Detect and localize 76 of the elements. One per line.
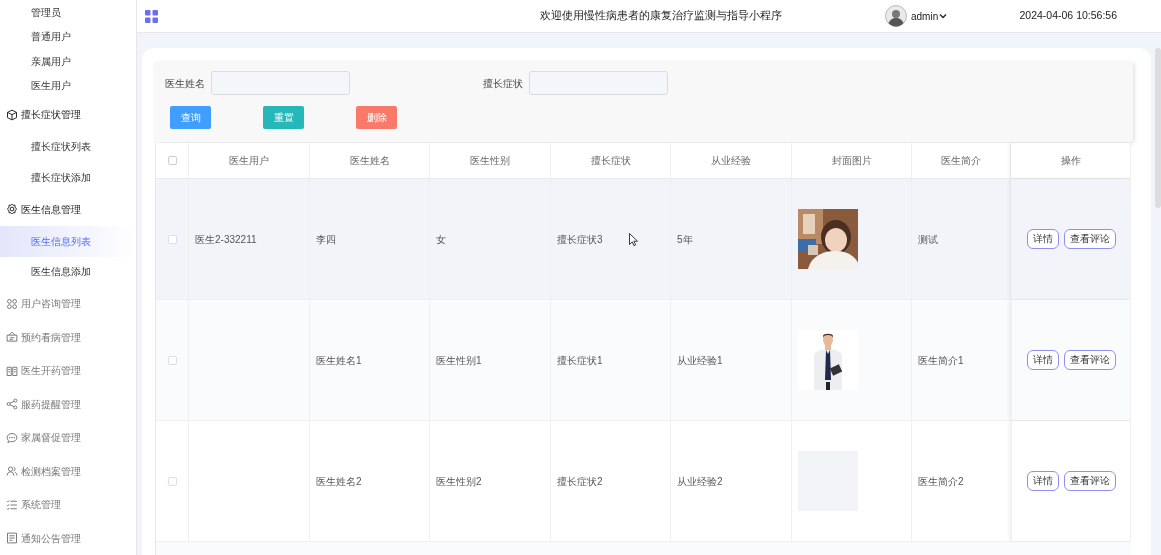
details-button[interactable]: 详情 <box>1026 350 1059 370</box>
table-cell-text: 医生性别2 <box>436 474 482 489</box>
table-cell-text: 医生简介2 <box>918 474 964 489</box>
sidebar-item[interactable]: 医生用户 <box>0 73 136 98</box>
sidebar-group[interactable]: 家属督促管理 <box>0 421 136 455</box>
details-button[interactable]: 详情 <box>1026 471 1059 491</box>
search-field[interactable] <box>211 71 350 95</box>
signboard-icon <box>6 331 18 344</box>
grid-icon <box>6 297 18 310</box>
sidebar-item[interactable]: 管理员 <box>0 0 136 25</box>
table-cell-text: 李四 <box>316 232 336 247</box>
sidebar-group[interactable]: 医生信息管理 <box>0 192 136 226</box>
table-row[interactable]: 医生姓名1 医生性别1 擅长症状1 从业经验1 医生简介1 详情 查看评论 <box>156 300 1131 421</box>
sidebar-group[interactable]: 预约看病管理 <box>0 320 136 354</box>
table-cell-text: 擅长症状1 <box>557 353 603 368</box>
avatar[interactable] <box>885 5 907 27</box>
comments-button[interactable]: 查看评论 <box>1063 229 1116 249</box>
comments-button[interactable]: 查看评论 <box>1063 471 1116 491</box>
grid-icon[interactable] <box>145 9 158 23</box>
sidebar-item[interactable]: 擅长症状添加 <box>0 162 136 193</box>
caret-icon <box>939 12 948 20</box>
field-label: 擅长症状 <box>483 76 523 91</box>
scrollbar[interactable] <box>1155 48 1161 208</box>
column-header: 医生用户 <box>229 154 269 168</box>
column-header: 操作 <box>1060 154 1081 168</box>
details-button[interactable]: 详情 <box>1026 229 1059 249</box>
table-cell-text: 从业经验1 <box>677 353 723 368</box>
column-header: 医生姓名 <box>349 154 390 168</box>
table-cell-text: 医生姓名2 <box>316 474 362 489</box>
sidebar-group[interactable]: 用户咨询管理 <box>0 287 136 321</box>
table-cell-text: 擅长症状3 <box>557 232 603 247</box>
gear-icon <box>6 203 18 216</box>
table-cell-text: 女 <box>436 232 446 247</box>
date-time: 2024-04-06 10:56:56 <box>1019 8 1117 24</box>
table-cell-text: 医生简介1 <box>918 353 964 368</box>
column-header: 封面图片 <box>831 154 872 168</box>
table-cell-text: 从业经验2 <box>677 474 723 489</box>
table-cell-text: 医生姓名1 <box>316 353 362 368</box>
users-icon <box>6 465 18 478</box>
sidebar-group[interactable]: 通知公告管理 <box>0 521 136 555</box>
table-cell-text: 5年 <box>677 232 693 247</box>
table-row[interactable]: 医生姓名2 医生性别2 擅长症状2 从业经验2 医生简介2 详情 查看评论 <box>156 421 1131 542</box>
table-cell-text: 测试 <box>918 232 938 247</box>
sidebar-item[interactable]: 擅长症状列表 <box>0 131 136 162</box>
search-field[interactable] <box>529 71 668 95</box>
sidebar-item[interactable]: 亲属用户 <box>0 49 136 74</box>
column-header: 医生简介 <box>941 154 981 168</box>
cube-icon <box>6 108 18 121</box>
book-icon <box>6 364 18 377</box>
share-icon <box>6 398 18 411</box>
table-cell-text: 医生性别1 <box>436 353 482 368</box>
checkbox[interactable] <box>167 156 177 165</box>
sidebar-group[interactable]: 服药提醒管理 <box>0 387 136 421</box>
mouse-pointer-icon <box>629 233 638 246</box>
table-row[interactable]: 医生2-332211 李四 女 擅长症状3 5年 测试 详情 查看评论 <box>156 179 1131 300</box>
column-header: 擅长症状 <box>590 154 631 168</box>
field-label: 医生姓名 <box>165 76 205 91</box>
chat-icon <box>6 431 18 444</box>
app-title: 欢迎使用慢性病患者的康复治疗监测与指导小程序 <box>540 8 782 24</box>
sidebar-group[interactable]: 系统管理 <box>0 488 136 522</box>
checkbox[interactable] <box>167 476 177 486</box>
sidebar-item[interactable]: 医生信息添加 <box>0 256 136 287</box>
comments-button[interactable]: 查看评论 <box>1063 350 1116 370</box>
checklist-icon <box>6 498 18 511</box>
table-cell-text: 医生2-332211 <box>195 232 257 247</box>
column-header: 从业经验 <box>711 154 751 168</box>
checkbox[interactable] <box>167 234 177 244</box>
table-cell-text: 擅长症状2 <box>557 474 603 489</box>
column-header: 医生性别 <box>470 154 510 168</box>
sidebar-group[interactable]: 擅长症状管理 <box>0 98 136 132</box>
sidebar-group[interactable]: 检测档案管理 <box>0 454 136 488</box>
sidebar-item[interactable]: 普通用户 <box>0 24 136 49</box>
checkbox[interactable] <box>167 355 177 365</box>
user-menu[interactable]: admin <box>911 8 948 24</box>
notice-icon <box>6 532 18 545</box>
sidebar-group[interactable]: 医生开药管理 <box>0 354 136 388</box>
